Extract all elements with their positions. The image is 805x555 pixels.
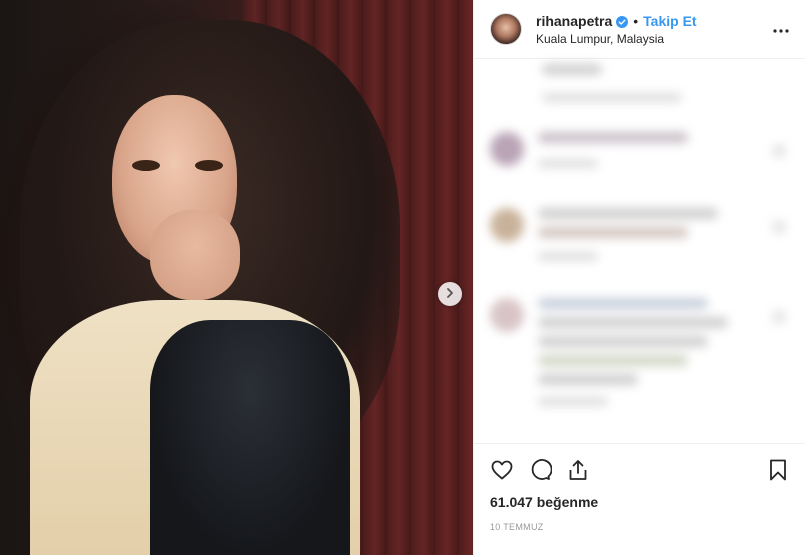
location-link[interactable]: Kuala Lumpur, Malaysia [536,32,769,46]
post-actions: 61.047 beğenme 10 TEMMUZ [474,443,805,532]
post-header: rihanapetra • Takip Et Kuala Lumpur, Mal… [474,0,805,59]
comment-item [490,64,682,102]
chevron-right-icon [445,285,455,303]
avatar[interactable] [490,13,522,45]
photo-right-eye [195,160,223,171]
comment-item [490,298,728,406]
verified-badge-icon [616,15,629,28]
heart-icon[interactable] [490,458,514,482]
post-sidebar: rihanapetra • Takip Et Kuala Lumpur, Mal… [473,0,805,555]
action-icons [490,456,790,484]
bookmark-icon[interactable] [766,458,790,482]
next-photo-button[interactable] [438,282,462,306]
likes-count[interactable]: 61.047 beğenme [490,494,790,510]
header-top-row: rihanapetra • Takip Et [536,13,769,29]
comment-item [490,132,688,168]
comment-icon[interactable] [528,458,552,482]
post-date[interactable]: 10 TEMMUZ [490,522,790,532]
header-text: rihanapetra • Takip Et Kuala Lumpur, Mal… [536,13,769,46]
username-link[interactable]: rihanapetra [536,13,612,29]
more-options-icon [773,20,789,38]
follow-button[interactable]: Takip Et [643,13,696,29]
post-photo[interactable] [0,0,473,555]
photo-hand [150,210,240,300]
comments-section [474,60,805,443]
photo-vest [150,320,350,555]
comment-item [490,208,718,261]
photo-left-eye [132,160,160,171]
separator-dot: • [633,12,639,29]
share-icon[interactable] [566,458,590,482]
more-options-button[interactable] [769,17,793,41]
